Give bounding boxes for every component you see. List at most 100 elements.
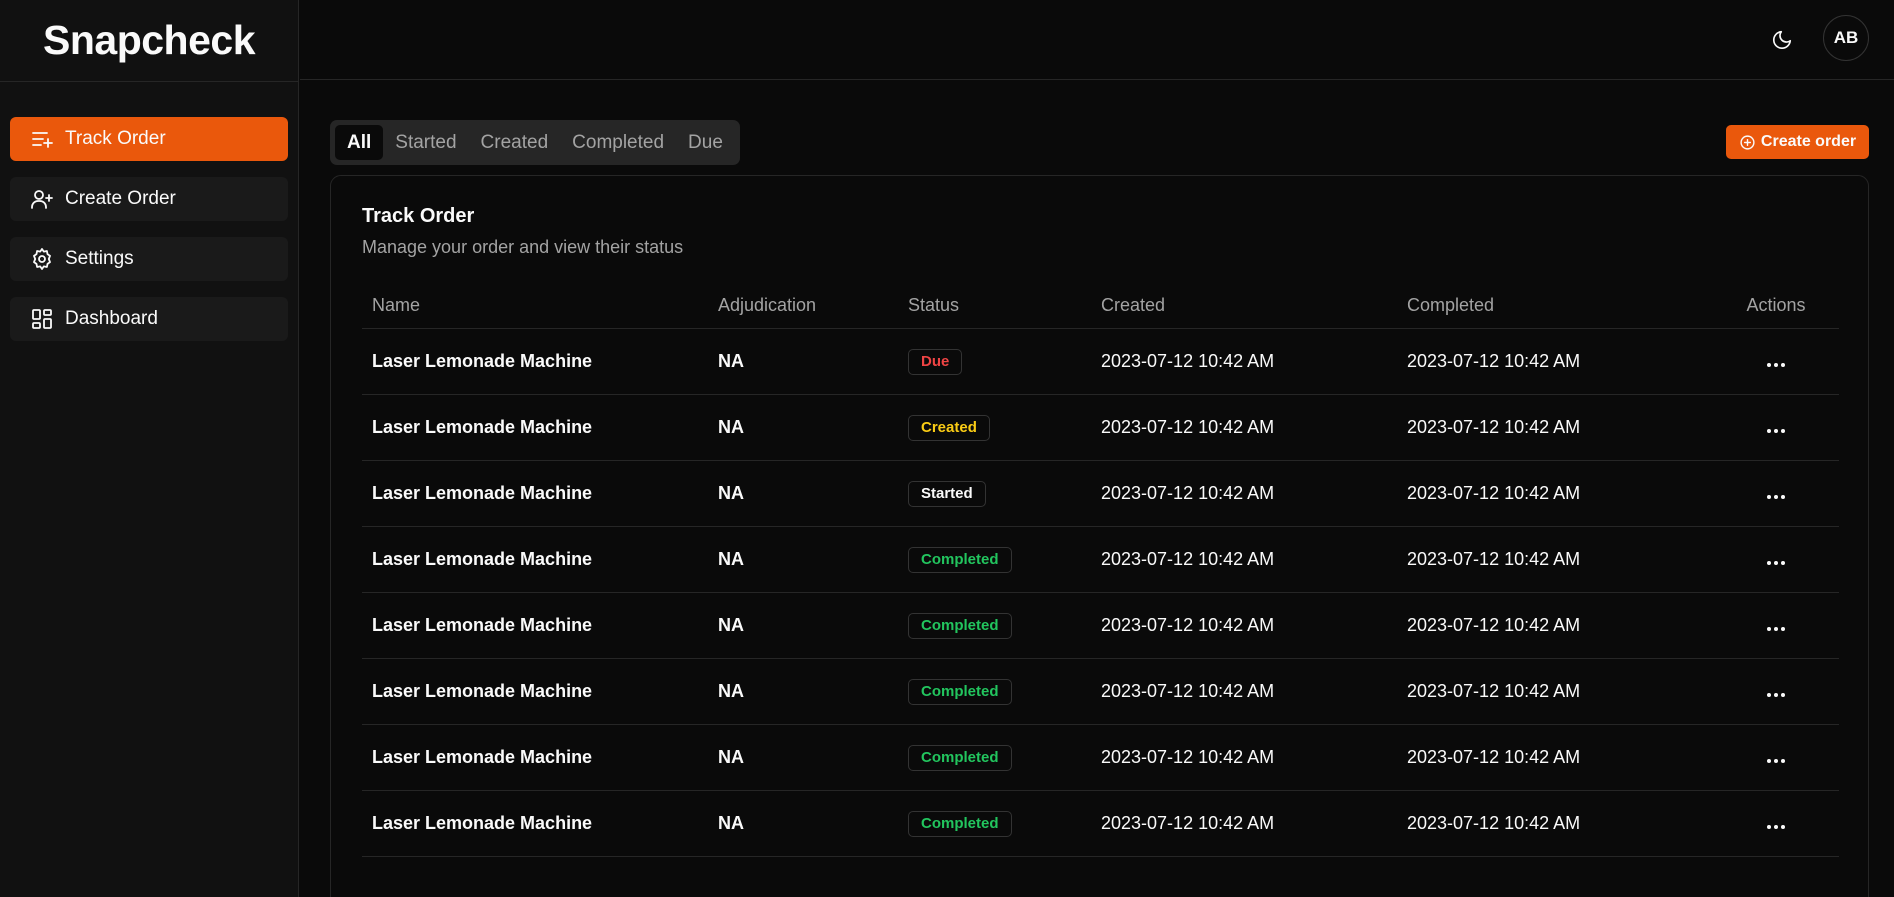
gear-icon [33,248,51,270]
orders-card: Track Order Manage your order and view t… [330,175,1869,897]
cell-name: Laser Lemonade Machine [372,681,593,701]
cell-actions [1713,747,1839,769]
sidebar-item-create-order[interactable]: Create Order [10,177,288,221]
cell-status: Due [908,348,1101,375]
cell-created: 2023-07-12 10:42 AM [1101,813,1275,833]
sidebar: Snapcheck Track Order Create Order Setti… [0,0,299,897]
cell-created: 2023-07-12 10:42 AM [1101,351,1275,371]
card-title: Track Order [362,205,475,227]
theme-toggle-button[interactable] [1764,22,1800,58]
create-order-label: Create order [1760,133,1857,150]
cell-created: 2023-07-12 10:42 AM [1101,417,1275,437]
dashboard-grid-icon [32,309,52,329]
cell-created: 2023-07-12 10:42 AM [1101,483,1275,503]
cell-actions [1713,813,1839,835]
tab-due[interactable]: Due [676,125,735,160]
cell-completed: 2023-07-12 10:42 AM [1407,813,1581,833]
status-badge: Due [908,348,963,375]
cell-status: Started [908,480,1101,507]
more-actions-icon[interactable] [1761,423,1791,439]
cell-name: Laser Lemonade Machine [372,417,593,437]
cell-completed: 2023-07-12 10:42 AM [1407,549,1581,569]
cell-completed: 2023-07-12 10:42 AM [1407,351,1581,371]
cell-status: Completed [908,546,1101,573]
more-actions-icon[interactable] [1761,687,1791,703]
column-header-created[interactable]: Created [1101,295,1407,316]
cell-name: Laser Lemonade Machine [372,747,593,767]
table-body: Laser Lemonade Machine NA Due 2023-07-12… [362,329,1839,857]
brand-logo: Snapcheck [0,0,298,82]
cell-actions [1713,483,1839,505]
status-badge: Completed [908,612,1012,639]
create-order-button[interactable]: Create order [1726,125,1869,159]
sidebar-item-label: Create Order [65,188,176,209]
tab-completed[interactable]: Completed [560,125,676,160]
cell-actions [1713,615,1839,637]
cell-completed: 2023-07-12 10:42 AM [1407,681,1581,701]
cell-completed: 2023-07-12 10:42 AM [1407,417,1581,437]
cell-actions [1713,681,1839,703]
cell-adjudication: NA [718,549,744,569]
table-row[interactable]: Laser Lemonade Machine NA Completed 2023… [362,725,1839,791]
cell-actions [1713,549,1839,571]
cell-created: 2023-07-12 10:42 AM [1101,615,1275,635]
cell-adjudication: NA [718,681,744,701]
column-header-status[interactable]: Status [908,295,1101,316]
table-row[interactable]: Laser Lemonade Machine NA Completed 2023… [362,593,1839,659]
cell-name: Laser Lemonade Machine [372,549,593,569]
tab-all[interactable]: All [335,125,384,160]
cell-status: Completed [908,678,1101,705]
status-badge: Completed [908,744,1012,771]
table-row[interactable]: Laser Lemonade Machine NA Due 2023-07-12… [362,329,1839,395]
more-actions-icon[interactable] [1761,357,1791,373]
cell-adjudication: NA [718,351,744,371]
user-plus-icon [31,190,53,209]
more-actions-icon[interactable] [1761,621,1791,637]
table-header: Name Adjudication Status Created Complet… [362,283,1839,329]
status-badge: Completed [908,810,1012,837]
column-header-adjudication[interactable]: Adjudication [718,295,908,316]
table-row[interactable]: Laser Lemonade Machine NA Started 2023-0… [362,461,1839,527]
cell-actions [1713,351,1839,373]
cell-name: Laser Lemonade Machine [372,615,593,635]
more-actions-icon[interactable] [1761,753,1791,769]
cell-status: Completed [908,612,1101,639]
more-actions-icon[interactable] [1761,489,1791,505]
cell-name: Laser Lemonade Machine [372,351,593,371]
cell-status: Created [908,414,1101,441]
status-badge: Started [908,480,986,507]
cell-actions [1713,417,1839,439]
cell-name: Laser Lemonade Machine [372,483,593,503]
cell-created: 2023-07-12 10:42 AM [1101,681,1275,701]
table-row[interactable]: Laser Lemonade Machine NA Created 2023-0… [362,395,1839,461]
sidebar-item-settings[interactable]: Settings [10,237,288,281]
tab-started[interactable]: Started [383,125,468,160]
cell-adjudication: NA [718,417,744,437]
column-header-completed[interactable]: Completed [1407,295,1713,316]
cell-status: Completed [908,744,1101,771]
table-row[interactable]: Laser Lemonade Machine NA Completed 2023… [362,791,1839,857]
column-header-actions: Actions [1746,295,1806,315]
cell-adjudication: NA [718,483,744,503]
table-row[interactable]: Laser Lemonade Machine NA Completed 2023… [362,527,1839,593]
cell-completed: 2023-07-12 10:42 AM [1407,747,1581,767]
sidebar-item-track-order[interactable]: Track Order [10,117,288,161]
status-badge: Created [908,414,990,441]
sidebar-item-label: Track Order [65,128,166,149]
top-bar [300,0,1894,80]
user-avatar[interactable]: AB [1823,15,1869,61]
more-actions-icon[interactable] [1761,819,1791,835]
cell-adjudication: NA [718,615,744,635]
cell-adjudication: NA [718,813,744,833]
cell-completed: 2023-07-12 10:42 AM [1407,483,1581,503]
status-badge: Completed [908,546,1012,573]
status-badge: Completed [908,678,1012,705]
cell-created: 2023-07-12 10:42 AM [1101,549,1275,569]
column-header-name[interactable]: Name [362,295,718,316]
table-row[interactable]: Laser Lemonade Machine NA Completed 2023… [362,659,1839,725]
cell-created: 2023-07-12 10:42 AM [1101,747,1275,767]
cell-completed: 2023-07-12 10:42 AM [1407,615,1581,635]
more-actions-icon[interactable] [1761,555,1791,571]
tab-created[interactable]: Created [469,125,561,160]
sidebar-item-dashboard[interactable]: Dashboard [10,297,288,341]
